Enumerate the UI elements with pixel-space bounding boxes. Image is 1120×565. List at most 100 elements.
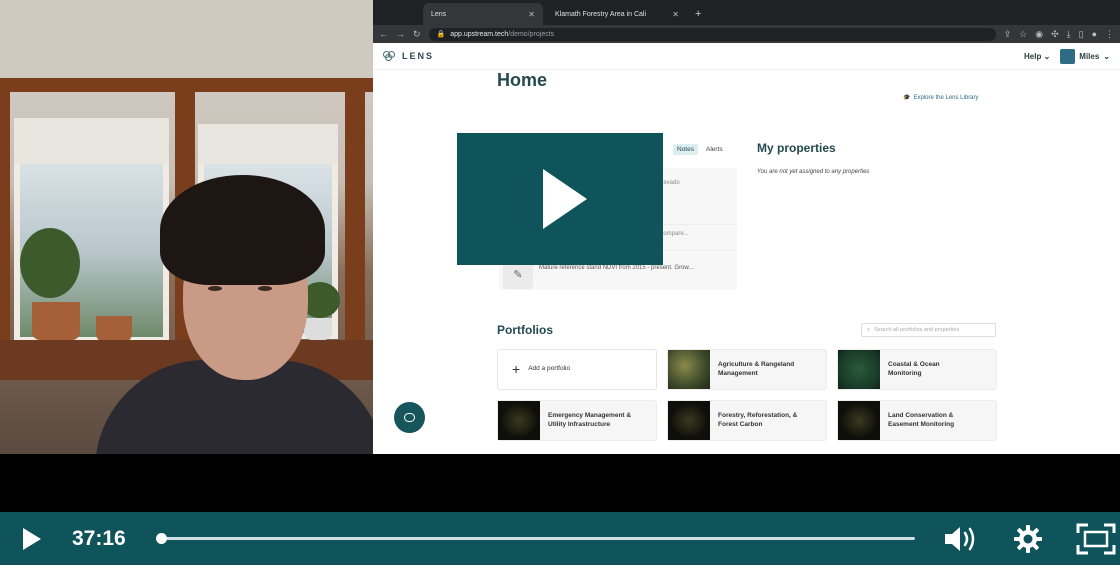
portfolio-card[interactable]: Land Conservation & Easement Monitoring [837,400,997,441]
help-label: Help [1024,51,1042,61]
person-hair [160,175,325,285]
pot [32,302,80,340]
window-trim [345,92,365,352]
url-path: /demo/projects [508,30,555,38]
tab-alerts[interactable]: Alerts [702,144,727,155]
user-name: Miles [1079,51,1100,61]
window-blind [198,124,338,164]
portfolio-name: Forestry, Reforestation, & Forest Carbon [718,412,798,428]
lock-icon: 🔒 [436,31,446,38]
graduation-cap-icon: 🎓 [903,95,911,101]
tab-notes[interactable]: Notes [673,144,698,155]
play-button[interactable] [0,512,64,565]
portfolio-thumbnail [668,401,710,440]
gear-icon [1014,524,1042,553]
my-properties-empty: You are not yet assigned to any properti… [757,169,870,175]
browser-tab-klamath[interactable]: Klamath Forestry Area in Cali ✕ [547,3,687,25]
note-text: Mature reference stand NDVI from 2015 - … [539,265,694,271]
activity-tabs: Notes Alerts [673,144,727,155]
chevron-down-icon: ⌄ [1043,51,1051,61]
portfolio-thumbnail [838,401,880,440]
user-menu[interactable]: Miles ⌄ [1060,48,1110,64]
lens-logo-icon [383,51,397,61]
portfolio-card[interactable]: Forestry, Reforestation, & Forest Carbon [667,400,827,441]
search-placeholder: Search all portfolios and properties [874,327,960,333]
tab-label: Klamath Forestry Area in Cali [555,10,647,18]
window-blind [14,118,169,164]
help-menu[interactable]: Help ⌄ [1024,52,1050,61]
portfolio-name: Add a portfolio [528,365,571,373]
portfolio-name: Agriculture & Rangeland Management [718,361,795,377]
my-properties-title: My properties [757,141,836,155]
browser-tab-lens[interactable]: Lens ✕ [423,3,543,25]
add-portfolio-button[interactable]: + Add a portfolio [497,349,657,390]
portfolio-name: Land Conservation & Easement Monitoring [888,412,955,428]
chat-launcher-button[interactable] [394,402,425,433]
fullscreen-icon [1076,523,1116,554]
forward-icon[interactable]: → [396,29,405,39]
big-play-button[interactable] [457,133,663,265]
settings-button[interactable] [1008,519,1048,559]
lens-logo[interactable]: LENS [383,51,434,61]
page-title: Home [497,70,548,90]
portfolio-grid: + Add a portfolio Agriculture & Rangelan… [497,349,997,441]
explore-library-link[interactable]: 🎓 Explore the Lens Library [903,94,979,102]
video-control-bar: 37:16 [0,512,1120,565]
url-field[interactable]: 🔒 app.upstream.tech/demo/projects [428,27,996,41]
play-icon [543,169,587,229]
portfolio-name: Coastal & Ocean Monitoring [888,361,940,377]
search-icon: ⌕ [867,326,871,333]
portfolio-name: Emergency Management & Utility Infrastru… [548,412,632,428]
portfolios-title: Portfolios [497,323,553,337]
extension-icon[interactable]: ◉ [1035,29,1043,40]
reload-icon[interactable]: ↻ [413,29,421,40]
avatar [1060,48,1076,64]
portfolio-thumbnail [498,401,540,440]
portfolio-card[interactable]: Coastal & Ocean Monitoring [837,349,997,390]
volume-icon [945,526,975,551]
puzzle-icon[interactable]: ✣ [1051,29,1059,40]
current-time: 37:16 [72,526,126,550]
window-trim [0,78,373,92]
close-icon[interactable]: ✕ [528,10,535,19]
profile-icon[interactable]: ● [1092,29,1097,39]
back-icon[interactable]: ← [379,29,388,39]
play-icon [23,527,41,550]
pot [304,318,332,340]
close-icon[interactable]: ✕ [672,10,679,19]
brand-name: LENS [402,51,435,61]
portfolio-card[interactable]: Emergency Management & Utility Infrastru… [497,400,657,441]
window-trim [0,92,10,352]
browser-tab-strip: Lens ✕ Klamath Forestry Area in Cali ✕ + [373,0,1120,25]
portfolio-thumbnail [838,350,880,389]
home-content: Home 🎓 Explore the Lens Library Notes Al… [497,70,997,441]
portfolio-search-input[interactable]: ⌕ Search all portfolios and properties [861,323,996,337]
explore-link-label: Explore the Lens Library [913,94,979,101]
plant [20,228,80,298]
seek-handle[interactable] [156,533,167,544]
share-icon[interactable]: ⇪ [1004,29,1012,40]
new-tab-icon[interactable]: + [691,3,705,25]
portfolio-thumbnail [668,350,710,389]
eye [258,286,272,291]
chevron-down-icon: ⌄ [1103,51,1110,61]
chat-bubble-icon [404,413,415,422]
webcam-feed [0,0,373,454]
menu-icon[interactable]: ⋮ [1105,29,1114,40]
wall [0,0,373,90]
sidebar-icon[interactable]: ▯ [1079,29,1084,40]
star-icon[interactable]: ☆ [1019,29,1027,40]
url-host: app.upstream.tech [450,30,509,38]
fullscreen-button[interactable] [1076,519,1116,559]
app-header: LENS Help ⌄ Miles ⌄ [373,43,1120,70]
tab-label: Lens [431,10,447,18]
seek-bar[interactable] [156,533,915,544]
address-bar-row: ← → ↻ 🔒 app.upstream.tech/demo/projects … [373,25,1120,43]
pot [96,316,132,342]
portfolio-card[interactable]: Agriculture & Rangeland Management [667,349,827,390]
volume-button[interactable] [940,519,980,559]
download-icon[interactable]: ⤓ [1067,29,1071,40]
plus-icon: + [512,361,521,378]
video-stage[interactable]: Lens ✕ Klamath Forestry Area in Cali ✕ +… [0,0,1120,512]
eye [208,286,222,291]
